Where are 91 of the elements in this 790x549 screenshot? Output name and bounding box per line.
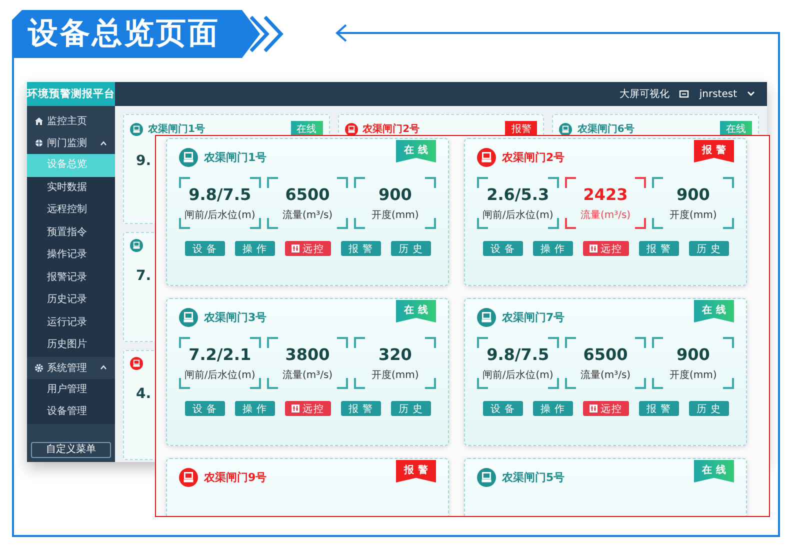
metric-value: 4. [136, 386, 152, 402]
header-link[interactable]: 大屏可视化 [619, 87, 670, 101]
metric-label: 开度(mm) [670, 368, 717, 382]
metric-value: 320 [378, 344, 412, 364]
submenu-item[interactable]: 报警记录 [27, 266, 115, 289]
status-tag: 在线 [396, 300, 436, 322]
device-name: 农渠闸门7号 [502, 310, 566, 324]
status-tag: 在线 [694, 460, 734, 482]
submenu-item[interactable]: 远程控制 [27, 199, 115, 222]
metric-value: 2.6/5.3 [486, 184, 550, 204]
status-tag: 报警 [396, 460, 436, 482]
submenu-item[interactable]: 预置指令 [27, 222, 115, 244]
metric-value: 2423 [583, 184, 628, 204]
page-title-banner: 设备总览页面 [12, 10, 260, 58]
action-button[interactable]: 报警 [340, 401, 380, 416]
metric-label: 流量(m³/s) [282, 208, 333, 222]
metric-value: 7.2/2.1 [188, 344, 252, 364]
message-icon[interactable] [679, 90, 690, 98]
device-name: 农渠闸门3号 [204, 310, 268, 324]
action-button[interactable]: 设备 [184, 241, 224, 256]
action-button[interactable]: 设备 [482, 241, 522, 256]
action-button[interactable]: 设备 [184, 401, 224, 416]
action-button[interactable]: 操作 [532, 401, 572, 416]
control-icon [588, 244, 598, 253]
metric-value: 900 [378, 184, 412, 204]
remote-control-button[interactable]: 远控 [284, 401, 330, 416]
device-name: 农渠闸门9号 [204, 470, 268, 484]
metric-value: 6500 [285, 184, 330, 204]
device-name: 农渠闸门2号 [362, 122, 421, 136]
control-icon [290, 244, 300, 253]
submenu-item[interactable]: 运行记录 [27, 312, 115, 334]
app-brand: 环境预警测报平台 [27, 82, 115, 106]
menu-item[interactable]: 系统管理 [27, 356, 115, 378]
action-button[interactable]: 操作 [532, 241, 572, 256]
menu-item[interactable]: 闸门监测 [27, 132, 115, 154]
metric-value: 6500 [583, 344, 628, 364]
remote-control-button[interactable]: 远控 [284, 241, 330, 256]
metric-label: 流量(m³/s) [580, 208, 631, 222]
settings-icon [35, 364, 43, 372]
metric-value: 900 [676, 184, 710, 204]
chevron-icon [100, 140, 107, 146]
device-name: 农渠闸门2号 [502, 150, 566, 164]
metric-value: 7. [136, 268, 152, 284]
metric-label: 流量(m³/s) [282, 368, 333, 382]
control-icon [290, 404, 300, 413]
chevron-down-icon[interactable] [747, 91, 755, 97]
status-tag: 报警 [694, 140, 734, 162]
action-button[interactable]: 报警 [638, 241, 678, 256]
device-name: 农渠闸门1号 [148, 122, 206, 136]
action-button[interactable]: 历史 [688, 241, 728, 256]
metric-label: 闸前/后水位(m) [184, 208, 256, 222]
device-name: 农渠闸门1号 [204, 150, 268, 164]
custom-menu-button[interactable]: 自定义菜单 [31, 442, 111, 458]
metric-label: 流量(m³/s) [580, 368, 631, 382]
submenu-item[interactable]: 历史图片 [27, 334, 115, 356]
action-button[interactable]: 历史 [688, 401, 728, 416]
metric-value: 9.8/7.5 [188, 184, 252, 204]
action-button[interactable]: 历史 [390, 401, 430, 416]
device-name: 农渠闸门5号 [502, 470, 566, 484]
control-icon [588, 404, 598, 413]
device-name: 农渠闸门6号 [577, 122, 636, 136]
metric-label: 闸前/后水位(m) [482, 368, 554, 382]
submenu-item[interactable]: 实时数据 [27, 176, 115, 199]
submenu-item[interactable]: 用户管理 [27, 378, 115, 401]
remote-control-button[interactable]: 远控 [582, 401, 628, 416]
action-button[interactable]: 操作 [234, 241, 274, 256]
metric-label: 开度(mm) [372, 368, 419, 382]
status-tag: 在线 [396, 140, 436, 162]
metric-value: 9. [136, 153, 152, 169]
submenu-item[interactable]: 历史记录 [27, 289, 115, 312]
action-button[interactable]: 报警 [638, 401, 678, 416]
action-button[interactable]: 操作 [234, 401, 274, 416]
metric-value: 3800 [285, 344, 330, 364]
menu-item[interactable]: 监控主页 [27, 110, 115, 132]
action-button[interactable]: 报警 [340, 241, 380, 256]
metric-label: 开度(mm) [372, 208, 419, 222]
metric-label: 闸前/后水位(m) [184, 368, 256, 382]
submenu-item[interactable]: 操作记录 [27, 244, 115, 266]
remote-control-button[interactable]: 远控 [582, 241, 628, 256]
globe-icon [35, 139, 43, 147]
chevron-icon [100, 365, 107, 370]
action-button[interactable]: 历史 [390, 241, 430, 256]
action-button[interactable]: 设备 [482, 401, 522, 416]
status-tag: 在线 [694, 300, 734, 322]
metric-label: 闸前/后水位(m) [482, 208, 554, 222]
home-icon [35, 117, 43, 125]
user-menu[interactable]: jnrstest [699, 88, 737, 100]
metric-label: 开度(mm) [670, 208, 717, 222]
submenu-item[interactable]: 设备管理 [27, 401, 115, 424]
metric-value: 9.8/7.5 [486, 344, 550, 364]
metric-value: 900 [676, 344, 710, 364]
